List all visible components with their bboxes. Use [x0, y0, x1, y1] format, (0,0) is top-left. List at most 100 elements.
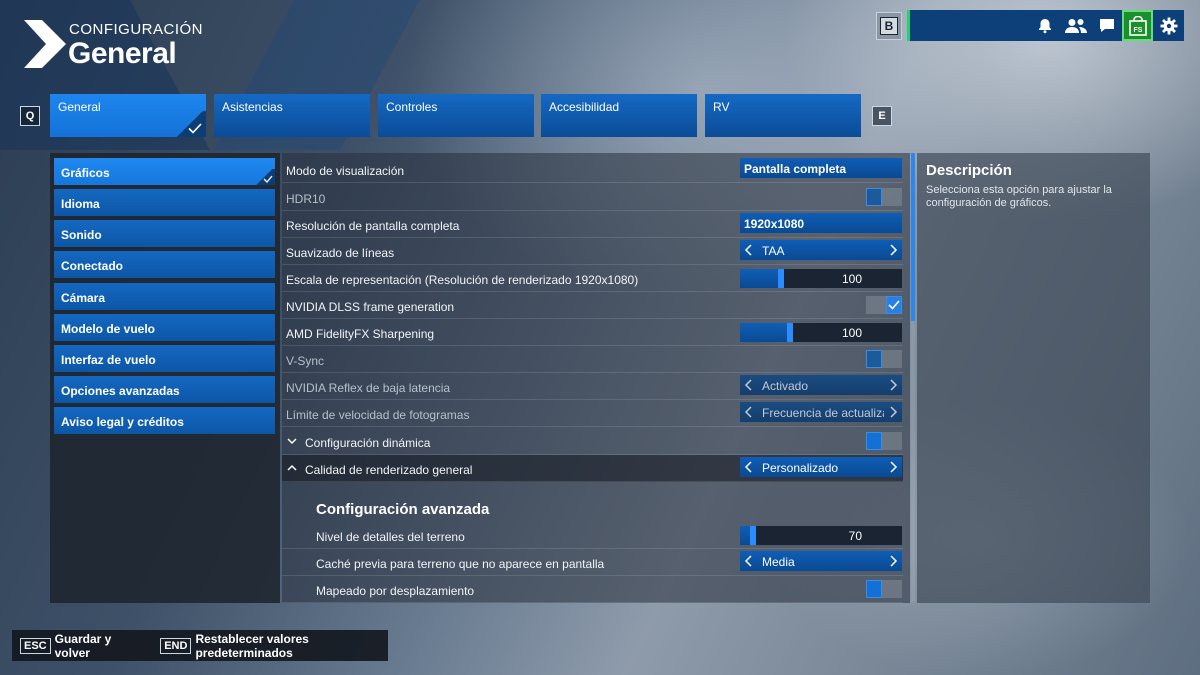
- esc-key-hint[interactable]: ESC: [20, 637, 51, 654]
- end-key-hint[interactable]: END: [160, 637, 192, 654]
- sidebar-item-label: Aviso legal y créditos: [61, 415, 184, 429]
- settings-scrollbar[interactable]: [911, 153, 915, 603]
- checkmark-icon: [263, 175, 273, 183]
- sidebar-item-label: Sonido: [61, 228, 102, 242]
- setting-row-fidelityfx[interactable]: AMD FidelityFX Sharpening 100: [282, 319, 903, 346]
- chevron-right-icon[interactable]: [888, 379, 898, 391]
- tab-rv[interactable]: RV: [705, 94, 861, 137]
- chevron-up-icon[interactable]: [286, 462, 298, 474]
- tab-asistencias[interactable]: Asistencias: [214, 94, 370, 137]
- back-key-hint[interactable]: B: [876, 11, 902, 40]
- prev-tab-key-hint[interactable]: Q: [20, 106, 40, 126]
- slider-handle[interactable]: [778, 269, 784, 288]
- render-quality-selector[interactable]: Personalizado: [740, 457, 902, 477]
- sidebar-item-camara[interactable]: Cámara: [54, 283, 275, 310]
- tab-label: Asistencias: [222, 100, 283, 114]
- sidebar-item-sonido[interactable]: Sonido: [54, 220, 275, 247]
- next-tab-key-hint[interactable]: E: [872, 106, 892, 126]
- scrollbar-thumb[interactable]: [911, 153, 915, 321]
- chevron-right-icon[interactable]: [888, 406, 898, 418]
- reflex-selector[interactable]: Activado: [740, 375, 902, 395]
- sidebar-item-opciones-avanzadas[interactable]: Opciones avanzadas: [54, 376, 275, 403]
- setting-label: Nivel de detalles del terreno: [316, 530, 465, 544]
- dynamic-config-toggle[interactable]: [866, 432, 902, 450]
- setting-row-display-mode[interactable]: Modo de visualización Pantalla completa: [282, 156, 903, 183]
- sidebar-item-interfaz-de-vuelo[interactable]: Interfaz de vuelo: [54, 345, 275, 372]
- bell-icon[interactable]: [1029, 10, 1060, 41]
- selector-value: Personalizado: [762, 461, 839, 475]
- sidebar-item-conectado[interactable]: Conectado: [54, 251, 275, 278]
- setting-label: Resolución de pantalla completa: [286, 219, 460, 233]
- selector-value: Media: [762, 555, 795, 569]
- setting-row-displacement-mapping[interactable]: Mapeado por desplazamiento: [282, 576, 903, 603]
- resolution-value[interactable]: 1920x1080: [740, 213, 902, 233]
- setting-row-resolution[interactable]: Resolución de pantalla completa 1920x108…: [282, 211, 903, 238]
- setting-row-dlss-frame-gen[interactable]: NVIDIA DLSS frame generation: [282, 292, 903, 319]
- setting-label: Escala de representación (Resolución de …: [286, 273, 639, 287]
- setting-row-vsync[interactable]: V-Sync: [282, 346, 903, 373]
- tab-controles[interactable]: Controles: [378, 94, 534, 137]
- chevron-right-icon[interactable]: [888, 555, 898, 567]
- setting-label: AMD FidelityFX Sharpening: [286, 327, 435, 341]
- gear-icon[interactable]: [1153, 10, 1184, 41]
- shop-icon[interactable]: FS: [1122, 10, 1153, 41]
- slider-handle[interactable]: [750, 526, 756, 545]
- setting-label: Calidad de renderizado general: [305, 463, 473, 477]
- setting-label: Caché previa para terreno que no aparece…: [316, 557, 605, 571]
- description-panel: Descripción Selecciona esta opción para …: [917, 153, 1150, 603]
- setting-row-frame-limit[interactable]: Límite de velocidad de fotogramas Frecue…: [282, 400, 903, 427]
- setting-row-antialiasing[interactable]: Suavizado de líneas TAA: [282, 238, 903, 265]
- setting-label: Modo de visualización: [286, 164, 405, 178]
- page-subtitle: CONFIGURACIÓN: [69, 21, 203, 38]
- displacement-mapping-toggle[interactable]: [866, 580, 902, 598]
- setting-label: Mapeado por desplazamiento: [316, 584, 475, 598]
- sidebar-item-modelo-de-vuelo[interactable]: Modelo de vuelo: [54, 314, 275, 341]
- antialiasing-selector[interactable]: TAA: [740, 240, 902, 260]
- terrain-lod-slider[interactable]: 70: [740, 526, 902, 545]
- display-mode-value[interactable]: Pantalla completa: [740, 158, 902, 178]
- chevron-down-icon[interactable]: [286, 435, 298, 447]
- slider-value: 100: [841, 272, 862, 286]
- setting-row-reflex[interactable]: NVIDIA Reflex de baja latencia Activado: [282, 373, 903, 400]
- checkmark-icon: [888, 300, 900, 310]
- tab-label: Controles: [386, 100, 438, 114]
- slider-value: 100: [841, 326, 862, 340]
- chevron-left-icon[interactable]: [744, 555, 754, 567]
- friends-icon[interactable]: [1060, 10, 1091, 41]
- sidebar-item-aviso-legal[interactable]: Aviso legal y créditos: [54, 407, 275, 434]
- reset-defaults-button[interactable]: Restablecer valores predeterminados: [195, 632, 388, 660]
- setting-label: V-Sync: [286, 354, 325, 368]
- fidelityfx-slider[interactable]: 100: [740, 323, 902, 342]
- setting-row-hdr10[interactable]: HDR10: [282, 184, 903, 211]
- dlss-frame-gen-toggle[interactable]: [866, 296, 902, 314]
- tab-general[interactable]: General: [50, 94, 206, 137]
- chevron-right-icon[interactable]: [888, 244, 898, 256]
- sidebar-item-idioma[interactable]: Idioma: [54, 189, 275, 216]
- setting-row-terrain-cache[interactable]: Caché previa para terreno que no aparece…: [282, 549, 903, 576]
- selector-value: Activado: [762, 379, 809, 393]
- chevron-left-icon[interactable]: [744, 244, 754, 256]
- setting-row-render-scale[interactable]: Escala de representación (Resolución de …: [282, 265, 903, 292]
- setting-row-dynamic-config[interactable]: Configuración dinámica: [282, 428, 903, 455]
- hdr10-toggle[interactable]: [866, 188, 902, 206]
- chevron-left-icon[interactable]: [744, 406, 754, 418]
- chevron-left-icon[interactable]: [744, 461, 754, 473]
- sidebar-item-graficos[interactable]: Gráficos: [54, 158, 275, 185]
- render-scale-slider[interactable]: 100: [740, 269, 902, 288]
- advanced-section-heading: Configuración avanzada: [316, 501, 490, 518]
- chat-icon[interactable]: [1091, 10, 1122, 41]
- frame-limit-selector[interactable]: Frecuencia de actualización: [740, 402, 902, 422]
- setting-row-render-quality[interactable]: Calidad de renderizado general Personali…: [282, 455, 903, 482]
- tab-accesibilidad[interactable]: Accesibilidad: [541, 94, 697, 137]
- back-chevron-icon[interactable]: [24, 20, 66, 68]
- setting-row-terrain-lod[interactable]: Nivel de detalles del terreno 70: [282, 522, 903, 549]
- top-icons: FS: [1029, 10, 1184, 41]
- setting-label: HDR10: [286, 192, 326, 206]
- vsync-toggle[interactable]: [866, 350, 902, 368]
- profile-bar[interactable]: [907, 10, 1029, 41]
- slider-handle[interactable]: [787, 323, 793, 342]
- save-and-return-button[interactable]: Guardar y volver: [55, 632, 141, 660]
- chevron-left-icon[interactable]: [744, 379, 754, 391]
- chevron-right-icon[interactable]: [888, 461, 898, 473]
- terrain-cache-selector[interactable]: Media: [740, 551, 902, 571]
